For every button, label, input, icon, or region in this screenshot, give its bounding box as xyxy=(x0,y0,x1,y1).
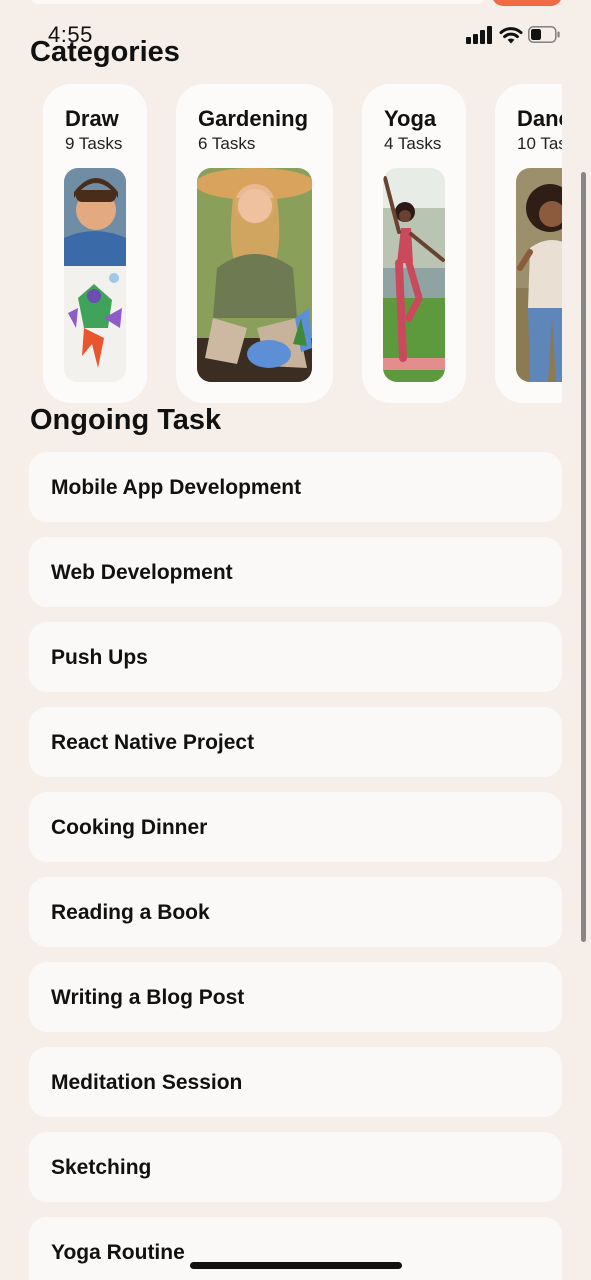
category-task-count: 10 Tasks xyxy=(517,134,562,153)
categories-title: Categories xyxy=(30,36,180,68)
category-name: Gardening xyxy=(198,106,309,131)
battery-icon xyxy=(528,26,560,43)
scrollbar[interactable] xyxy=(581,172,586,942)
category-card-gardening[interactable]: Gardening 6 Tasks xyxy=(176,84,333,403)
category-task-count: 4 Tasks xyxy=(384,134,442,153)
task-label: Cooking Dinner xyxy=(51,816,208,839)
task-screen: 4:55 Categories Draw 9 Tasks Gardening 6… xyxy=(0,0,591,1280)
category-name: Yoga xyxy=(384,106,437,131)
task-label: Writing a Blog Post xyxy=(51,986,245,1009)
category-task-count: 9 Tasks xyxy=(65,134,123,153)
category-card-dance[interactable]: Dance 10 Tasks xyxy=(495,84,562,403)
task-item-yoga-routine[interactable]: Yoga Routine xyxy=(29,1217,562,1280)
home-indicator[interactable] xyxy=(190,1262,402,1269)
task-label: React Native Project xyxy=(51,731,255,754)
task-label: Push Ups xyxy=(51,646,148,669)
task-item-web-development[interactable]: Web Development xyxy=(29,537,562,607)
task-item-push-ups[interactable]: Push Ups xyxy=(29,622,562,692)
wifi-icon xyxy=(499,27,523,44)
task-label: Sketching xyxy=(51,1156,152,1179)
dance-photo-icon xyxy=(516,168,562,382)
task-label: Web Development xyxy=(51,561,233,584)
ongoing-task-title: Ongoing Task xyxy=(30,404,222,436)
task-item-meditation-session[interactable]: Meditation Session xyxy=(29,1047,562,1117)
gardening-photo-icon xyxy=(197,168,312,382)
category-task-count: 6 Tasks xyxy=(198,134,256,153)
category-name: Dance xyxy=(517,106,562,131)
task-label: Meditation Session xyxy=(51,1071,243,1094)
drawing-photo-icon xyxy=(64,168,126,382)
cellular-signal-icon xyxy=(466,26,494,44)
task-label: Reading a Book xyxy=(51,901,210,924)
categories-carousel[interactable]: Draw 9 Tasks Gardening 6 Tasks Yoga 4 Ta… xyxy=(30,80,562,410)
action-button[interactable] xyxy=(492,0,562,6)
category-card-draw[interactable]: Draw 9 Tasks xyxy=(43,84,147,403)
task-item-cooking-dinner[interactable]: Cooking Dinner xyxy=(29,792,562,862)
status-icons xyxy=(466,24,568,46)
task-label: Yoga Routine xyxy=(51,1241,185,1264)
category-name: Draw xyxy=(65,106,119,131)
task-item-mobile-app-development[interactable]: Mobile App Development xyxy=(29,452,562,522)
task-item-sketching[interactable]: Sketching xyxy=(29,1132,562,1202)
task-item-reading-a-book[interactable]: Reading a Book xyxy=(29,877,562,947)
task-item-writing-a-blog-post[interactable]: Writing a Blog Post xyxy=(29,962,562,1032)
yoga-photo-icon xyxy=(383,168,445,382)
search-bar[interactable] xyxy=(30,0,486,4)
task-item-react-native-project[interactable]: React Native Project xyxy=(29,707,562,777)
task-label: Mobile App Development xyxy=(51,476,302,499)
category-card-yoga[interactable]: Yoga 4 Tasks xyxy=(362,84,466,403)
